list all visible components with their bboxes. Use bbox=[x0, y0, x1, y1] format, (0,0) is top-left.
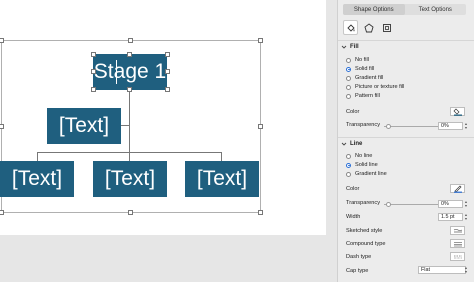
radio-button[interactable] bbox=[346, 57, 351, 63]
stepper-arrows[interactable]: ▲ ▼ bbox=[464, 213, 468, 221]
resize-handle-left[interactable] bbox=[0, 124, 4, 129]
resize-handle-top-right[interactable] bbox=[258, 38, 263, 43]
resize-handle-bottom-left[interactable] bbox=[0, 210, 4, 215]
resize-handle-right[interactable] bbox=[258, 124, 263, 129]
resize-handle-top[interactable] bbox=[128, 38, 133, 43]
child-box-2[interactable]: [Text] bbox=[93, 161, 167, 197]
option-label: Gradient line bbox=[355, 171, 387, 177]
radio-button[interactable] bbox=[346, 153, 351, 159]
shape-handle[interactable] bbox=[127, 87, 132, 92]
fill-option-gradient-fill[interactable]: Gradient fill bbox=[346, 75, 383, 81]
line-section-label: Line bbox=[350, 141, 363, 147]
line-width-input[interactable]: 1.5 pt bbox=[438, 213, 463, 221]
connector-line bbox=[37, 152, 38, 161]
shape-handle[interactable] bbox=[127, 52, 132, 57]
shape-handle[interactable] bbox=[165, 69, 170, 74]
fill-transparency-slider[interactable] bbox=[384, 126, 442, 127]
radio-button[interactable] bbox=[346, 75, 351, 81]
fill-section-header[interactable]: Fill bbox=[338, 42, 474, 52]
fill-option-no-fill[interactable]: No fill bbox=[346, 57, 369, 63]
compound-type-picker[interactable] bbox=[450, 239, 465, 248]
fill-color-icon bbox=[453, 108, 462, 116]
option-label: Picture or texture fill bbox=[355, 84, 405, 90]
tab-shape-options[interactable]: Shape Options bbox=[343, 4, 405, 15]
chevron-down-icon bbox=[341, 45, 347, 49]
options-icon-row bbox=[343, 20, 394, 35]
slide-canvas-area: Stage 1 [Text] [Text] [Text] [Text] bbox=[0, 0, 337, 282]
slider-knob[interactable] bbox=[386, 124, 391, 129]
slider-knob[interactable] bbox=[386, 202, 391, 207]
panel-tabs: Shape Options Text Options bbox=[343, 4, 466, 15]
line-transparency-label: Transparency bbox=[346, 200, 380, 206]
format-shape-panel: Shape Options Text Options Fill No fill … bbox=[337, 0, 474, 282]
line-color-picker[interactable] bbox=[450, 184, 465, 193]
chevron-updown-icon[interactable]: ▲ ▼ bbox=[464, 266, 468, 274]
fill-transparency-input[interactable]: 0% bbox=[438, 122, 463, 130]
line-transparency-slider[interactable] bbox=[384, 204, 442, 205]
cap-type-select[interactable]: Flat bbox=[418, 266, 466, 274]
fill-color-label: Color bbox=[346, 109, 360, 115]
fill-transparency-label: Transparency bbox=[346, 122, 380, 128]
resize-handle-bottom-right[interactable] bbox=[258, 210, 263, 215]
paint-bucket-icon[interactable] bbox=[343, 20, 358, 35]
stage-1-box[interactable]: Stage 1 bbox=[93, 54, 167, 90]
radio-button[interactable] bbox=[346, 66, 351, 72]
fill-option-solid-fill[interactable]: Solid fill bbox=[346, 66, 374, 72]
child-box-3[interactable]: [Text] bbox=[185, 161, 259, 197]
line-width-label: Width bbox=[346, 214, 361, 220]
radio-button[interactable] bbox=[346, 162, 351, 168]
connector-line bbox=[129, 90, 130, 152]
fill-option-pattern-fill[interactable]: Pattern fill bbox=[346, 93, 380, 99]
dash-lines-icon bbox=[453, 255, 462, 258]
stepper-arrows[interactable]: ▲ ▼ bbox=[464, 200, 468, 208]
sketched-line-icon bbox=[453, 228, 462, 232]
stepper-arrows[interactable]: ▲ ▼ bbox=[464, 122, 468, 130]
fill-color-picker[interactable] bbox=[450, 107, 465, 116]
fill-section-label: Fill bbox=[350, 44, 359, 50]
line-section-header[interactable]: Line bbox=[338, 139, 474, 149]
sketched-style-picker[interactable] bbox=[450, 226, 465, 235]
connector-line bbox=[129, 152, 130, 161]
shape-handle[interactable] bbox=[91, 87, 96, 92]
option-label: Gradient fill bbox=[355, 75, 384, 81]
connector-line bbox=[221, 152, 222, 161]
radio-button[interactable] bbox=[346, 93, 351, 99]
shape-handle[interactable] bbox=[165, 87, 170, 92]
slide[interactable]: Stage 1 [Text] [Text] [Text] [Text] bbox=[0, 0, 326, 235]
line-transparency-input[interactable]: 0% bbox=[438, 200, 463, 208]
child-box-1[interactable]: [Text] bbox=[0, 161, 74, 197]
line-option-solid-line[interactable]: Solid line bbox=[346, 162, 378, 168]
option-label: No line bbox=[355, 153, 373, 159]
radio-button[interactable] bbox=[346, 84, 351, 90]
compound-type-label: Compound type bbox=[346, 241, 386, 247]
option-label: Solid fill bbox=[355, 66, 375, 72]
assistant-box[interactable]: [Text] bbox=[47, 108, 121, 144]
resize-handle-top-left[interactable] bbox=[0, 38, 4, 43]
line-option-gradient-line[interactable]: Gradient line bbox=[346, 171, 387, 177]
shape-handle[interactable] bbox=[165, 52, 170, 57]
option-label: No fill bbox=[355, 57, 369, 63]
pentagon-icon[interactable] bbox=[361, 20, 376, 35]
cap-type-label: Cap type bbox=[346, 268, 369, 274]
radio-button[interactable] bbox=[346, 171, 351, 177]
pen-icon bbox=[453, 185, 462, 193]
sketched-style-label: Sketched style bbox=[346, 228, 383, 234]
option-label: Solid line bbox=[355, 162, 378, 168]
resize-handle-bottom[interactable] bbox=[128, 210, 133, 215]
shape-handle[interactable] bbox=[91, 52, 96, 57]
line-color-label: Color bbox=[346, 186, 360, 192]
divider bbox=[338, 137, 474, 138]
option-label: Pattern fill bbox=[355, 93, 380, 99]
text-cursor bbox=[116, 60, 117, 84]
size-layout-icon[interactable] bbox=[379, 20, 394, 35]
chevron-down-icon bbox=[341, 142, 347, 146]
dash-type-label: Dash type bbox=[346, 254, 372, 260]
tab-text-options[interactable]: Text Options bbox=[405, 4, 467, 15]
line-option-no-line[interactable]: No line bbox=[346, 153, 372, 159]
divider bbox=[338, 40, 474, 41]
fill-option-picture-fill[interactable]: Picture or texture fill bbox=[346, 84, 404, 90]
dash-type-picker[interactable] bbox=[450, 252, 465, 261]
compound-lines-icon bbox=[453, 241, 462, 246]
shape-handle[interactable] bbox=[91, 69, 96, 74]
